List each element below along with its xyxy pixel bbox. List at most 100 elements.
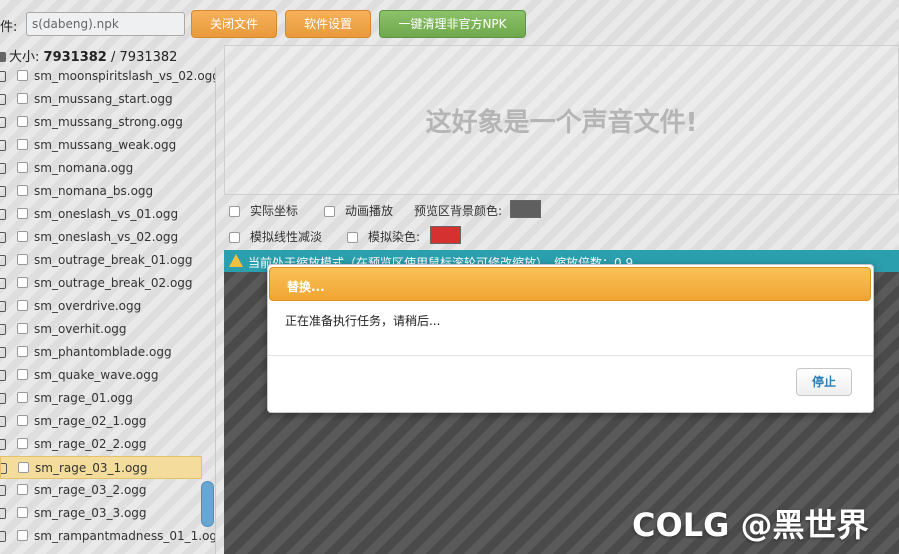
animation-checkbox[interactable] — [324, 206, 335, 217]
file-name: sm_nomana_bs.ogg — [34, 184, 154, 198]
dialog-divider — [268, 355, 873, 356]
animation-option[interactable]: 动画播放 — [324, 202, 393, 219]
file-name: sm_phantomblade.ogg — [34, 345, 172, 359]
file-checkbox[interactable] — [17, 392, 28, 403]
linear-dodge-option[interactable]: 模拟线性减淡 — [229, 228, 322, 245]
document-icon — [0, 324, 6, 335]
close-file-button[interactable]: 关闭文件 — [191, 10, 277, 38]
document-icon — [0, 531, 6, 542]
file-checkbox[interactable] — [17, 300, 28, 311]
linear-dodge-checkbox[interactable] — [229, 232, 240, 243]
document-icon — [0, 416, 6, 427]
dye-label: 模拟染色: — [368, 230, 421, 244]
file-checkbox[interactable] — [17, 438, 28, 449]
file-list-item[interactable]: sm_rage_02_2.ogg — [0, 433, 202, 456]
document-icon — [0, 439, 6, 450]
file-checkbox[interactable] — [17, 116, 28, 127]
file-name: sm_mussang_strong.ogg — [34, 115, 183, 129]
document-icon — [0, 301, 6, 312]
file-list-item[interactable]: sm_nomana.ogg — [0, 157, 202, 180]
file-name: sm_outrage_break_02.ogg — [34, 276, 193, 290]
file-checkbox[interactable] — [17, 277, 28, 288]
file-checkbox[interactable] — [17, 415, 28, 426]
file-list-item[interactable]: sm_nomana_bs.ogg — [0, 180, 202, 203]
size-current: 7931382 — [43, 50, 107, 65]
file-list-item[interactable]: sm_outrage_break_02.ogg — [0, 272, 202, 295]
file-name: sm_quake_wave.ogg — [34, 368, 159, 382]
document-icon — [0, 140, 6, 151]
document-icon — [0, 163, 6, 174]
file-list-item[interactable]: sm_rage_03_2.ogg — [0, 479, 202, 502]
file-list-item[interactable]: sm_rampantmadness_01_1.ogg — [0, 525, 215, 548]
file-checkbox[interactable] — [17, 346, 28, 357]
dye-checkbox[interactable] — [347, 232, 358, 243]
file-list-item[interactable]: sm_mussang_weak.ogg — [0, 134, 202, 157]
document-icon — [0, 347, 6, 358]
file-list-item[interactable]: sm_outrage_break_01.ogg — [0, 249, 202, 272]
file-checkbox[interactable] — [17, 507, 28, 518]
size-info: 大小: 7931382 / 7931382 — [0, 46, 177, 65]
file-list-item[interactable]: sm_oneslash_vs_01.ogg — [0, 203, 202, 226]
file-list-item[interactable]: sm_moonspiritslash_vs_02.ogg — [0, 67, 215, 88]
real-coords-label: 实际坐标 — [250, 204, 299, 218]
size-separator: / — [111, 50, 116, 65]
file-list-item[interactable]: sm_rage_02_1.ogg — [0, 410, 202, 433]
file-name: sm_rage_03_1.ogg — [35, 461, 148, 475]
preview-area[interactable]: 这好象是一个声音文件! — [224, 45, 899, 195]
real-coords-option[interactable]: 实际坐标 — [229, 202, 298, 219]
file-checkbox[interactable] — [17, 231, 28, 242]
file-name: sm_rage_03_2.ogg — [34, 483, 147, 497]
file-list-item[interactable]: sm_quake_wave.ogg — [0, 364, 202, 387]
file-checkbox[interactable] — [17, 530, 28, 541]
file-checkbox[interactable] — [17, 323, 28, 334]
scrollbar-thumb[interactable] — [201, 481, 214, 527]
file-checkbox[interactable] — [17, 484, 28, 495]
colg-watermark: COLG @黑世界 — [632, 506, 869, 544]
dye-option[interactable]: 模拟染色: — [347, 228, 420, 245]
file-icon — [0, 52, 6, 62]
dialog-message: 正在准备执行任务，请稍后... — [285, 314, 441, 328]
real-coords-checkbox[interactable] — [229, 206, 240, 217]
file-name: sm_oneslash_vs_02.ogg — [34, 230, 179, 244]
file-list-item[interactable]: sm_mussang_start.ogg — [0, 88, 202, 111]
toolbar: 件: 关闭文件 软件设置 一键清理非官方NPK — [0, 0, 899, 44]
progress-dialog: 替换... 正在准备执行任务，请稍后... 停止 — [267, 264, 874, 413]
file-checkbox[interactable] — [18, 462, 29, 473]
bg-color-swatch[interactable] — [510, 200, 541, 218]
file-list-item[interactable]: sm_rage_03_3.ogg — [0, 502, 202, 525]
size-total: 7931382 — [119, 50, 178, 65]
file-checkbox[interactable] — [17, 70, 28, 81]
file-name: sm_mussang_start.ogg — [34, 92, 173, 106]
file-name: sm_oneslash_vs_01.ogg — [34, 207, 179, 221]
file-list-item[interactable]: sm_mussang_strong.ogg — [0, 111, 202, 134]
document-icon — [0, 508, 6, 519]
dye-color-swatch[interactable] — [430, 226, 461, 244]
file-list[interactable]: sm_moonspiritslash_vs_02.ogg sm_mussang_s… — [0, 67, 216, 554]
file-list-item[interactable]: sm_rage_01.ogg — [0, 387, 202, 410]
file-checkbox[interactable] — [17, 208, 28, 219]
file-list-item[interactable]: sm_overhit.ogg — [0, 318, 202, 341]
file-name: sm_outrage_break_01.ogg — [34, 253, 193, 267]
document-icon — [0, 209, 6, 220]
file-checkbox[interactable] — [17, 185, 28, 196]
document-icon — [0, 186, 6, 197]
file-list-item[interactable]: sm_phantomblade.ogg — [0, 341, 202, 364]
file-checkbox[interactable] — [17, 369, 28, 380]
file-name: sm_rampantmadness_01_1.ogg — [34, 529, 216, 543]
file-list-item[interactable]: sm_oneslash_vs_02.ogg — [0, 226, 202, 249]
stop-button[interactable]: 停止 — [796, 368, 852, 396]
warning-icon — [229, 254, 243, 267]
file-name: sm_mussang_weak.ogg — [34, 138, 177, 152]
file-list-item[interactable]: sm_rage_03_1.ogg — [0, 456, 202, 479]
settings-button[interactable]: 软件设置 — [285, 10, 371, 38]
file-checkbox[interactable] — [17, 254, 28, 265]
dialog-header: 替换... — [269, 267, 871, 301]
file-name: sm_rage_02_1.ogg — [34, 414, 147, 428]
file-path-input[interactable] — [26, 12, 185, 36]
file-list-item[interactable]: sm_overdrive.ogg — [0, 295, 202, 318]
file-checkbox[interactable] — [17, 162, 28, 173]
file-checkbox[interactable] — [17, 93, 28, 104]
clean-npk-button[interactable]: 一键清理非官方NPK — [379, 10, 526, 38]
file-name: sm_rage_01.ogg — [34, 391, 133, 405]
file-checkbox[interactable] — [17, 139, 28, 150]
